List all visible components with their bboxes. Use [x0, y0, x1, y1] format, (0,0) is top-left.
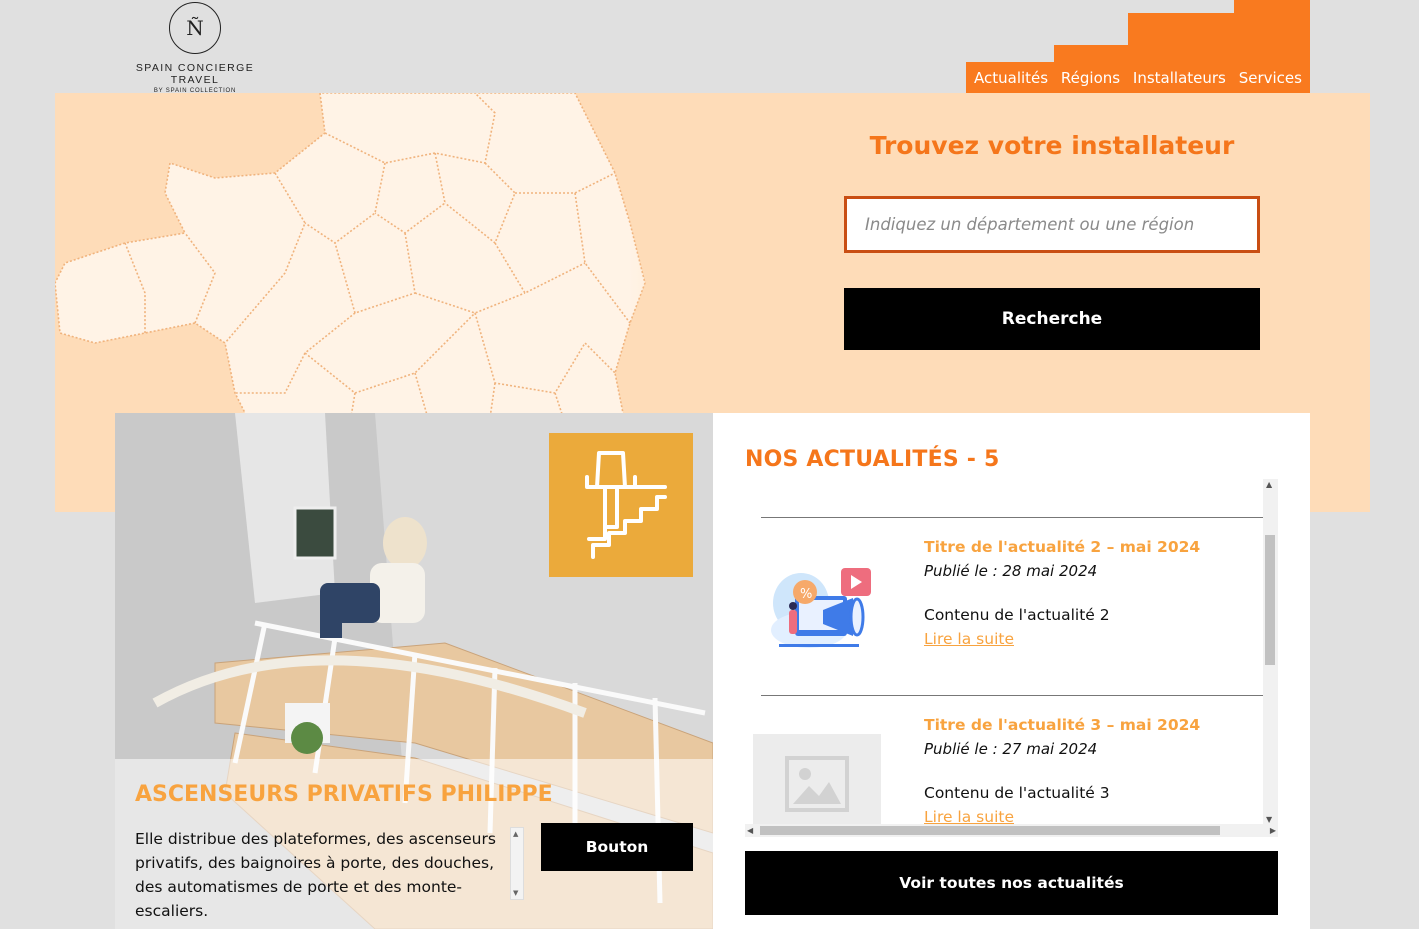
svg-text:%: %: [800, 587, 812, 602]
all-news-button[interactable]: Voir toutes nos actualités: [745, 851, 1278, 915]
nav-item-regions[interactable]: Régions: [1061, 69, 1120, 87]
nav-step-3: [1128, 13, 1310, 46]
feature-button[interactable]: Bouton: [541, 823, 693, 871]
news-horizontal-scroll-thumb[interactable]: [760, 826, 1220, 835]
news-vertical-scrollbar[interactable]: ▲ ▼: [1263, 479, 1278, 825]
main-nav: Actualités Régions Installateurs Service…: [966, 62, 1310, 93]
news-item-date: Publié le : 28 mai 2024: [924, 562, 1098, 580]
image-placeholder-icon: [753, 734, 881, 834]
nav-step-4: [1234, 0, 1310, 14]
logo[interactable]: Ñ SPAIN CONCIERGE TRAVEL BY SPAIN COLLEC…: [112, 2, 278, 94]
news-item: Titre de l'actualité 3 – mai 2024 Publié…: [753, 695, 1263, 837]
news-item-content: Contenu de l'actualité 3: [924, 784, 1110, 802]
chairlift-icon: [549, 433, 693, 577]
news-horizontal-scrollbar[interactable]: ◀ ▶: [745, 824, 1278, 837]
feature-text-scrollbar[interactable]: ▲ ▼: [510, 827, 524, 900]
hero-title: Trouvez votre installateur: [869, 131, 1235, 160]
scroll-up-icon[interactable]: ▲: [513, 830, 518, 838]
feature-description: Elle distribue des plateformes, des asce…: [135, 830, 496, 920]
news-item: % Titre de l'actualité 2 – mai 2024 Publ…: [761, 517, 1263, 695]
news-list[interactable]: % Titre de l'actualité 2 – mai 2024 Publ…: [745, 479, 1278, 837]
news-item-title[interactable]: Titre de l'actualité 2 – mai 2024: [924, 538, 1200, 556]
megaphone-icon: %: [771, 568, 871, 648]
news-vertical-scroll-thumb[interactable]: [1265, 535, 1275, 665]
feature-card: ASCENSEURS PRIVATIFS PHILIPPE Elle distr…: [115, 413, 713, 929]
search-button[interactable]: Recherche: [844, 288, 1260, 350]
nav-item-installateurs[interactable]: Installateurs: [1133, 69, 1226, 87]
news-item-date: Publié le : 27 mai 2024: [924, 740, 1098, 758]
scroll-right-icon[interactable]: ▶: [1270, 826, 1276, 835]
logo-monogram: Ñ: [169, 2, 221, 54]
logo-name: SPAIN CONCIERGE TRAVEL: [135, 62, 255, 86]
feature-title: ASCENSEURS PRIVATIFS PHILIPPE: [135, 782, 553, 807]
nav-item-actualites[interactable]: Actualités: [974, 69, 1048, 87]
scroll-up-icon[interactable]: ▲: [1266, 480, 1272, 489]
scroll-left-icon[interactable]: ◀: [747, 826, 753, 835]
news-panel: NOS ACTUALITÉS - 5 % Titre de l'actualit…: [713, 413, 1310, 929]
scroll-down-icon[interactable]: ▼: [1266, 815, 1272, 824]
news-item-title[interactable]: Titre de l'actualité 3 – mai 2024: [924, 716, 1200, 734]
search-input[interactable]: [844, 196, 1260, 253]
scroll-down-icon[interactable]: ▼: [513, 889, 518, 897]
news-item-link[interactable]: Lire la suite: [924, 630, 1014, 648]
news-heading: NOS ACTUALITÉS - 5: [745, 447, 1000, 472]
nav-step-2: [1054, 45, 1310, 63]
news-item-content: Contenu de l'actualité 2: [924, 606, 1110, 624]
nav-item-services[interactable]: Services: [1239, 69, 1302, 87]
